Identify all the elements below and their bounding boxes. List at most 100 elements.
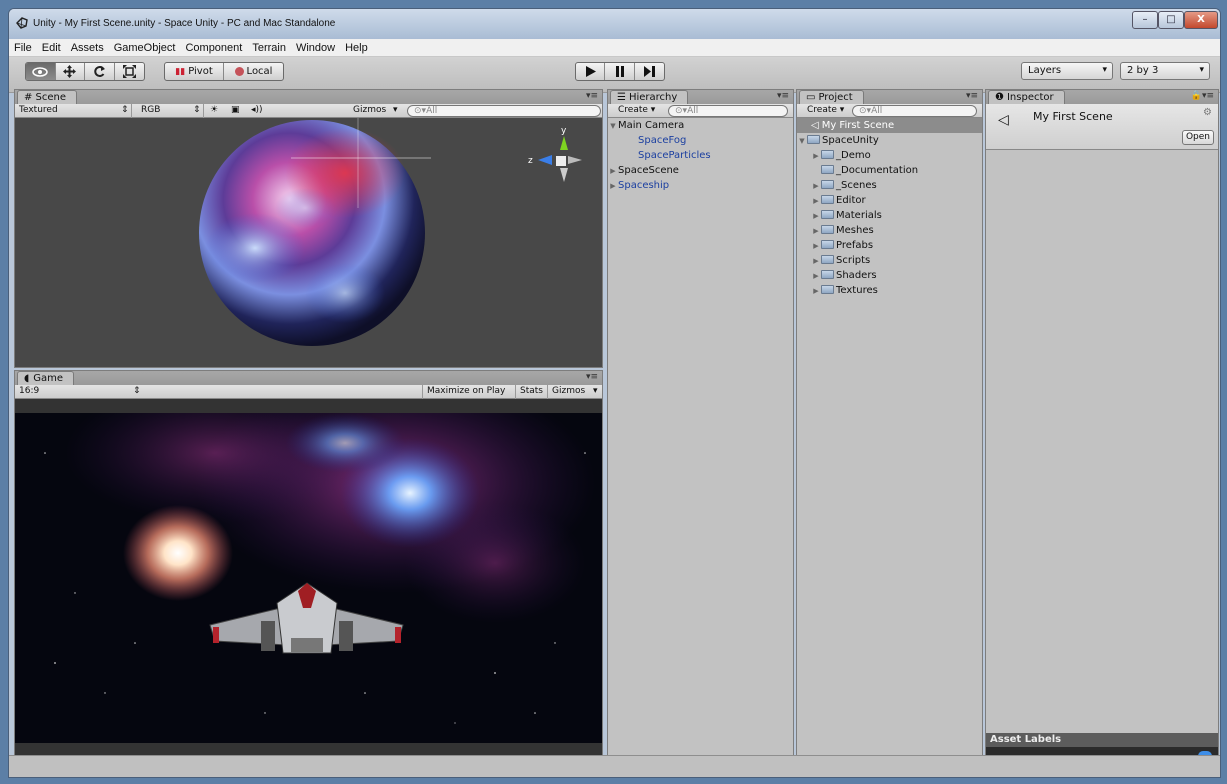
local-button[interactable]: Local bbox=[224, 63, 283, 80]
menu-file[interactable]: File bbox=[9, 39, 37, 54]
project-folder-scripts[interactable]: ▶ Scripts bbox=[797, 253, 982, 268]
open-button[interactable]: Open bbox=[1182, 130, 1214, 145]
expand-arrow-icon[interactable]: ▶ bbox=[811, 284, 821, 299]
scene-orientation-gizmo[interactable] bbox=[538, 136, 582, 182]
game-view-render[interactable] bbox=[15, 413, 602, 743]
close-button[interactable]: X bbox=[1184, 11, 1218, 29]
game-gizmos-dropdown[interactable]: Gizmos bbox=[552, 386, 585, 396]
tab-game[interactable]: ◖ Game bbox=[17, 371, 75, 385]
layers-dropdown[interactable]: Layers ▾ bbox=[1021, 62, 1113, 80]
pivot-toggle-group: ▮▮ Pivot Local bbox=[164, 62, 284, 81]
project-search-input[interactable]: ⊙▾All bbox=[852, 105, 977, 117]
hierarchy-search-input[interactable]: ⊙▾All bbox=[668, 105, 788, 117]
expand-arrow-icon[interactable]: ▶ bbox=[811, 179, 821, 194]
menu-assets[interactable]: Assets bbox=[66, 39, 109, 54]
render-mode-dropdown[interactable]: Textured bbox=[19, 105, 58, 115]
hierarchy-item-spacescene[interactable]: ▶ SpaceScene bbox=[608, 163, 793, 178]
expand-arrow-icon[interactable]: ▶ bbox=[608, 179, 618, 194]
maximize-button[interactable]: □ bbox=[1158, 11, 1184, 29]
panel-menu-icon[interactable]: ▾≡ bbox=[966, 91, 978, 101]
menu-component[interactable]: Component bbox=[180, 39, 247, 54]
project-control-bar: Create ▾ ⊙▾All bbox=[797, 104, 982, 118]
axis-label-y: y bbox=[561, 126, 567, 136]
project-tab-row: ▭ Project ▾≡ bbox=[797, 90, 982, 104]
scene-search-input[interactable]: ⊙▾All bbox=[407, 105, 601, 117]
tab-scene[interactable]: # Scene bbox=[17, 90, 78, 104]
tab-inspector[interactable]: ❶ Inspector bbox=[988, 90, 1065, 104]
maximize-on-play-toggle[interactable]: Maximize on Play bbox=[427, 386, 505, 396]
menu-edit[interactable]: Edit bbox=[37, 39, 66, 54]
project-folder-shaders[interactable]: ▶ Shaders bbox=[797, 268, 982, 283]
layout-dropdown[interactable]: 2 by 3 ▾ bbox=[1120, 62, 1210, 80]
panel-menu-icon[interactable]: ▾≡ bbox=[777, 91, 789, 101]
scene-image-icon[interactable]: ▣ bbox=[231, 105, 240, 115]
pause-button[interactable] bbox=[605, 63, 635, 80]
folder-label: _Demo bbox=[836, 150, 871, 161]
minimize-button[interactable]: – bbox=[1132, 11, 1158, 29]
rotate-tool-button[interactable] bbox=[85, 63, 115, 80]
menu-terrain[interactable]: Terrain bbox=[247, 39, 291, 54]
project-item-spaceunity[interactable]: ▼ SpaceUnity bbox=[797, 133, 982, 148]
divider bbox=[515, 385, 516, 399]
panel-menu-icon[interactable]: ▾≡ bbox=[586, 91, 598, 101]
project-item-my-first-scene[interactable]: ◁ My First Scene bbox=[797, 118, 982, 133]
move-tool-button[interactable] bbox=[56, 63, 85, 80]
hierarchy-item-spaceship[interactable]: ▶ Spaceship bbox=[608, 178, 793, 193]
lock-and-menu-icon[interactable]: 🔒▾≡ bbox=[1191, 91, 1214, 101]
tab-hierarchy[interactable]: ☰ Hierarchy bbox=[610, 90, 689, 104]
folder-label: Scripts bbox=[836, 255, 871, 266]
project-folder-textures[interactable]: ▶ Textures bbox=[797, 283, 982, 298]
expand-arrow-icon[interactable]: ▶ bbox=[811, 269, 821, 284]
panel-menu-icon[interactable]: ▾≡ bbox=[586, 372, 598, 382]
folder-label: Materials bbox=[836, 210, 882, 221]
transform-tools bbox=[25, 62, 145, 81]
aspect-dropdown[interactable]: 16:9 bbox=[19, 386, 39, 396]
project-folder-editor[interactable]: ▶ Editor bbox=[797, 193, 982, 208]
step-button[interactable] bbox=[635, 63, 664, 80]
inspector-panel: ❶ Inspector 🔒▾≡ ◁ My First Scene ⚙ Open A… bbox=[985, 89, 1219, 770]
project-folder-materials[interactable]: ▶ Materials bbox=[797, 208, 982, 223]
stats-toggle[interactable]: Stats bbox=[520, 386, 543, 396]
project-folder-documentation[interactable]: _Documentation bbox=[797, 163, 982, 178]
hierarchy-create-button[interactable]: Create ▾ bbox=[618, 105, 655, 115]
scene-lighting-icon[interactable]: ☀ bbox=[210, 105, 218, 115]
expand-arrow-icon[interactable]: ▶ bbox=[811, 209, 821, 224]
expand-arrow-icon[interactable]: ▶ bbox=[811, 239, 821, 254]
search-placeholder: All bbox=[871, 106, 883, 116]
hierarchy-item-main-camera[interactable]: ▼ Main Camera bbox=[608, 118, 793, 133]
play-button[interactable] bbox=[576, 63, 606, 80]
expand-arrow-icon[interactable]: ▼ bbox=[608, 119, 618, 134]
menu-window[interactable]: Window bbox=[291, 39, 340, 54]
gizmos-dropdown[interactable]: Gizmos bbox=[353, 105, 386, 115]
pivot-button[interactable]: ▮▮ Pivot bbox=[165, 63, 225, 80]
scene-audio-icon[interactable]: ◂)) bbox=[251, 105, 263, 115]
project-folder-demo[interactable]: ▶ _Demo bbox=[797, 148, 982, 163]
divider bbox=[547, 385, 548, 399]
expand-arrow-icon[interactable]: ▶ bbox=[811, 224, 821, 239]
tab-game-label: Game bbox=[33, 373, 64, 384]
settings-gear-icon[interactable]: ⚙ bbox=[1203, 107, 1212, 118]
view-tool-button[interactable] bbox=[26, 63, 56, 80]
tab-project[interactable]: ▭ Project bbox=[799, 90, 864, 104]
expand-arrow-icon[interactable]: ▶ bbox=[608, 164, 618, 179]
menu-gameobject[interactable]: GameObject bbox=[109, 39, 181, 54]
pivot-label: Pivot bbox=[188, 66, 213, 77]
scale-tool-button[interactable] bbox=[115, 63, 144, 80]
project-folder-meshes[interactable]: ▶ Meshes bbox=[797, 223, 982, 238]
unity-scene-icon: ◁ bbox=[811, 120, 819, 131]
color-mode-dropdown[interactable]: RGB bbox=[141, 105, 160, 115]
expand-arrow-icon[interactable]: ▶ bbox=[811, 149, 821, 164]
expand-arrow-icon[interactable]: ▶ bbox=[811, 194, 821, 209]
project-folder-scenes[interactable]: ▶ _Scenes bbox=[797, 178, 982, 193]
hierarchy-item-spaceparticles[interactable]: SpaceParticles bbox=[608, 148, 793, 163]
playback-controls bbox=[575, 62, 665, 81]
project-create-button[interactable]: Create ▾ bbox=[807, 105, 844, 115]
scene-viewport[interactable]: y z bbox=[15, 118, 602, 367]
hierarchy-item-spacefog[interactable]: SpaceFog bbox=[608, 133, 793, 148]
expand-arrow-icon[interactable]: ▶ bbox=[811, 254, 821, 269]
expand-arrow-icon[interactable]: ▼ bbox=[797, 134, 807, 149]
project-folder-prefabs[interactable]: ▶ Prefabs bbox=[797, 238, 982, 253]
menu-help[interactable]: Help bbox=[340, 39, 373, 54]
divider bbox=[422, 385, 423, 399]
folder-icon bbox=[821, 195, 834, 204]
